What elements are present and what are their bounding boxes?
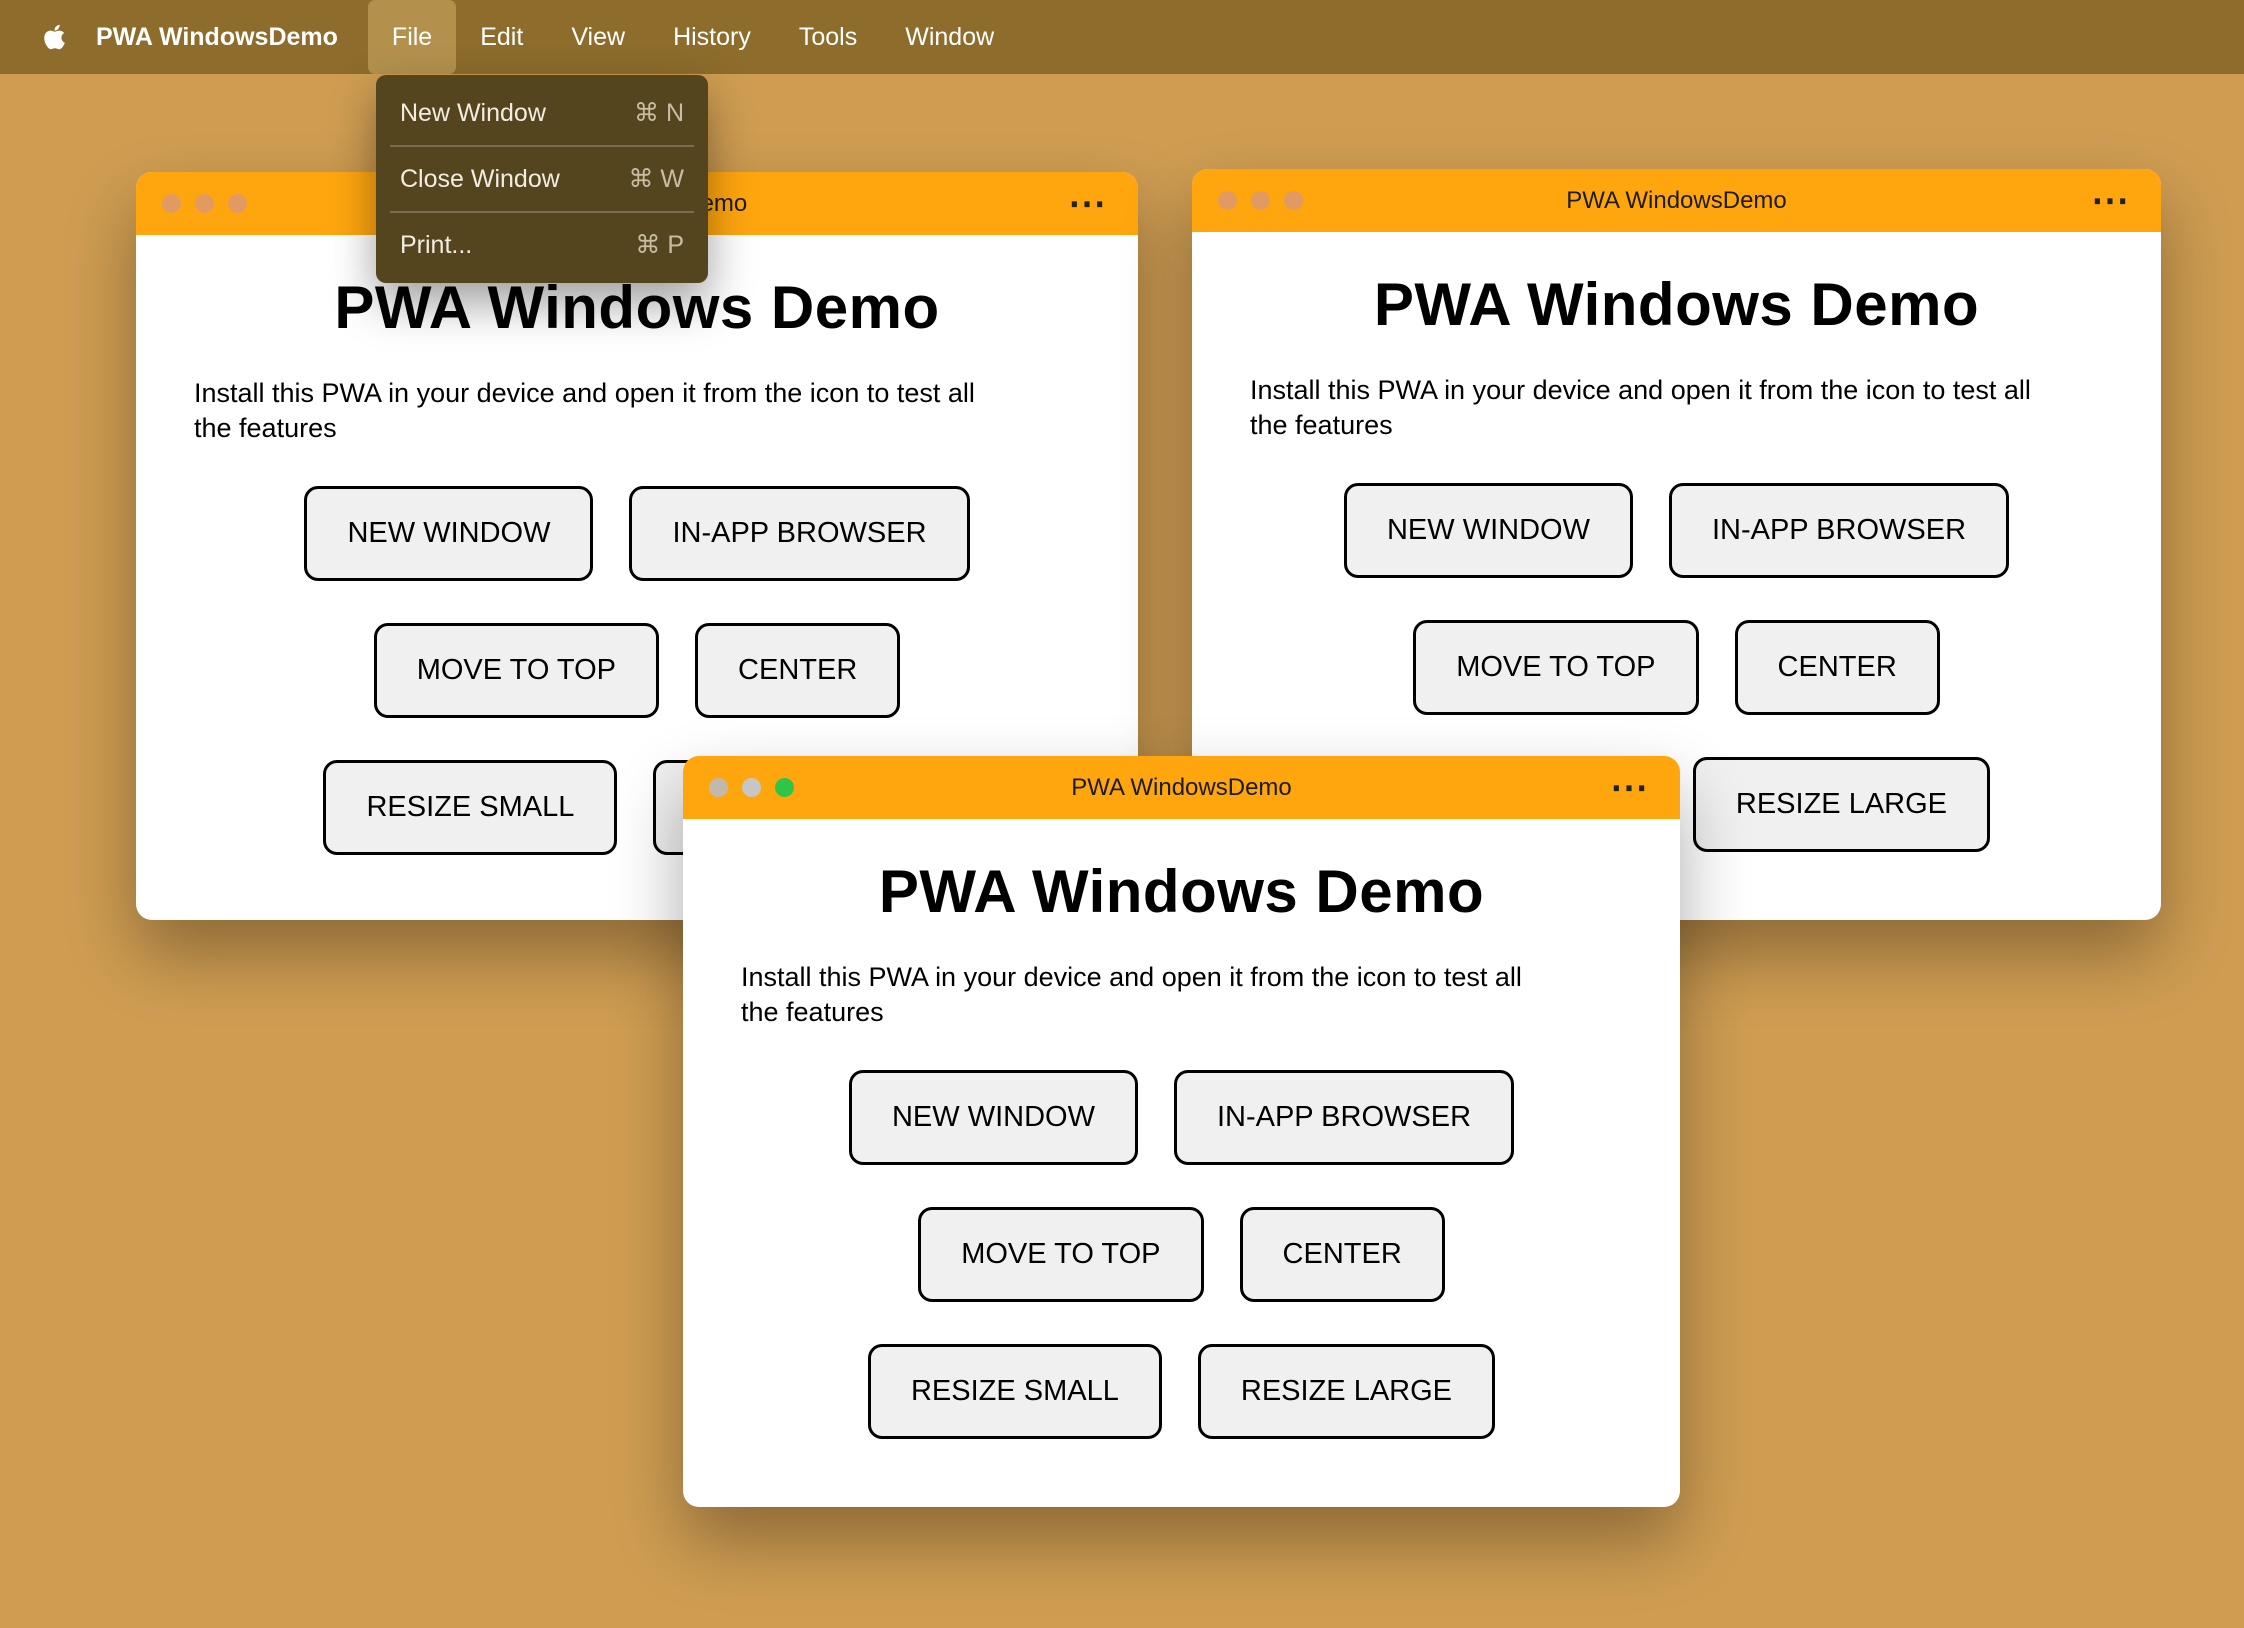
desktop: { "colors": { "desktop": "#cf9d52", "men… — [0, 0, 2244, 1628]
move-to-top-button[interactable]: MOVE TO TOP — [918, 1207, 1204, 1303]
in-app-browser-button[interactable]: IN-APP BROWSER — [1173, 1070, 1515, 1166]
page-heading: PWA Windows Demo — [1373, 271, 1980, 338]
minimize-button[interactable] — [742, 778, 761, 797]
new-window-button[interactable]: NEW WINDOW — [304, 486, 594, 582]
resize-large-button[interactable]: RESIZE LARGE — [1692, 757, 1991, 853]
menu-separator — [390, 145, 694, 147]
menubar-app-name: PWA WindowsDemo — [96, 22, 338, 51]
ellipsis-menu-icon[interactable]: ⋯ — [1610, 769, 1648, 807]
button-row: RESIZE SMALL RESIZE LARGE — [741, 1344, 1622, 1440]
page-description: Install this PWA in your device and open… — [194, 378, 975, 444]
menubar: PWA WindowsDemo File Edit View History T… — [0, 0, 2244, 74]
menu-window[interactable]: Window — [881, 0, 1018, 74]
traffic-lights — [1218, 169, 1303, 232]
zoom-button[interactable] — [228, 194, 247, 213]
resize-small-button[interactable]: RESIZE SMALL — [867, 1344, 1162, 1440]
apple-logo-icon — [43, 24, 65, 50]
apple-menu-icon[interactable] — [32, 23, 76, 51]
menu-item-new-window[interactable]: New Window ⌘ N — [376, 83, 708, 143]
center-button[interactable]: CENTER — [1734, 620, 1940, 716]
traffic-lights — [709, 756, 794, 819]
menu-item-close-window[interactable]: Close Window ⌘ W — [376, 149, 708, 209]
window-titlebar[interactable]: PWA WindowsDemo ⋯ — [1192, 169, 2161, 232]
resize-small-button[interactable]: RESIZE SMALL — [323, 760, 618, 856]
in-app-browser-button[interactable]: IN-APP BROWSER — [1668, 483, 2010, 579]
ellipsis-menu-icon[interactable]: ⋯ — [1068, 185, 1106, 223]
menu-item-label: Close Window — [400, 164, 560, 193]
menu-edit[interactable]: Edit — [456, 0, 547, 74]
page-description: Install this PWA in your device and open… — [741, 962, 1522, 1028]
close-button[interactable] — [1218, 191, 1237, 210]
menu-item-shortcut: ⌘ P — [635, 231, 684, 259]
menu-view[interactable]: View — [547, 0, 649, 74]
center-button[interactable]: CENTER — [695, 623, 901, 719]
button-row: MOVE TO TOP CENTER — [194, 623, 1080, 719]
page-heading: PWA Windows Demo — [334, 274, 940, 341]
ellipsis-menu-icon[interactable]: ⋯ — [2091, 182, 2129, 220]
window-titlebar[interactable]: PWA WindowsDemo ⋯ — [683, 756, 1680, 819]
button-row: MOVE TO TOP CENTER — [741, 1207, 1622, 1303]
menu-item-label: Print... — [400, 230, 473, 259]
new-window-button[interactable]: NEW WINDOW — [1343, 483, 1633, 579]
move-to-top-button[interactable]: MOVE TO TOP — [1413, 620, 1699, 716]
page-description: Install this PWA in your device and open… — [1250, 375, 2031, 441]
traffic-lights — [162, 172, 247, 235]
menu-tools[interactable]: Tools — [775, 0, 881, 74]
center-button[interactable]: CENTER — [1239, 1207, 1445, 1303]
button-row: MOVE TO TOP CENTER — [1250, 620, 2103, 716]
button-row: NEW WINDOW IN-APP BROWSER — [194, 486, 1080, 582]
zoom-button[interactable] — [775, 778, 794, 797]
menu-item-shortcut: ⌘ W — [628, 165, 684, 193]
file-menu-dropdown: New Window ⌘ N Close Window ⌘ W Print...… — [376, 75, 708, 283]
zoom-button[interactable] — [1284, 191, 1303, 210]
window-title: PWA WindowsDemo — [1566, 186, 1787, 214]
window-title: PWA WindowsDemo — [1071, 773, 1292, 801]
minimize-button[interactable] — [1251, 191, 1270, 210]
pwa-window-front[interactable]: PWA WindowsDemo ⋯ PWA Windows Demo Insta… — [683, 756, 1680, 1507]
button-row: NEW WINDOW IN-APP BROWSER — [741, 1070, 1622, 1166]
menu-history[interactable]: History — [649, 0, 775, 74]
in-app-browser-button[interactable]: IN-APP BROWSER — [629, 486, 970, 582]
minimize-button[interactable] — [195, 194, 214, 213]
menu-file[interactable]: File — [367, 0, 457, 74]
move-to-top-button[interactable]: MOVE TO TOP — [373, 623, 660, 719]
page-heading: PWA Windows Demo — [878, 858, 1485, 925]
menu-item-label: New Window — [400, 98, 546, 127]
new-window-button[interactable]: NEW WINDOW — [848, 1070, 1138, 1166]
close-button[interactable] — [709, 778, 728, 797]
menu-item-print[interactable]: Print... ⌘ P — [376, 215, 708, 275]
menu-separator — [390, 211, 694, 213]
button-row: NEW WINDOW IN-APP BROWSER — [1250, 483, 2103, 579]
menu-item-shortcut: ⌘ N — [634, 99, 684, 127]
close-button[interactable] — [162, 194, 181, 213]
window-body: PWA Windows Demo Install this PWA in you… — [683, 857, 1680, 1440]
resize-large-button[interactable]: RESIZE LARGE — [1197, 1344, 1496, 1440]
